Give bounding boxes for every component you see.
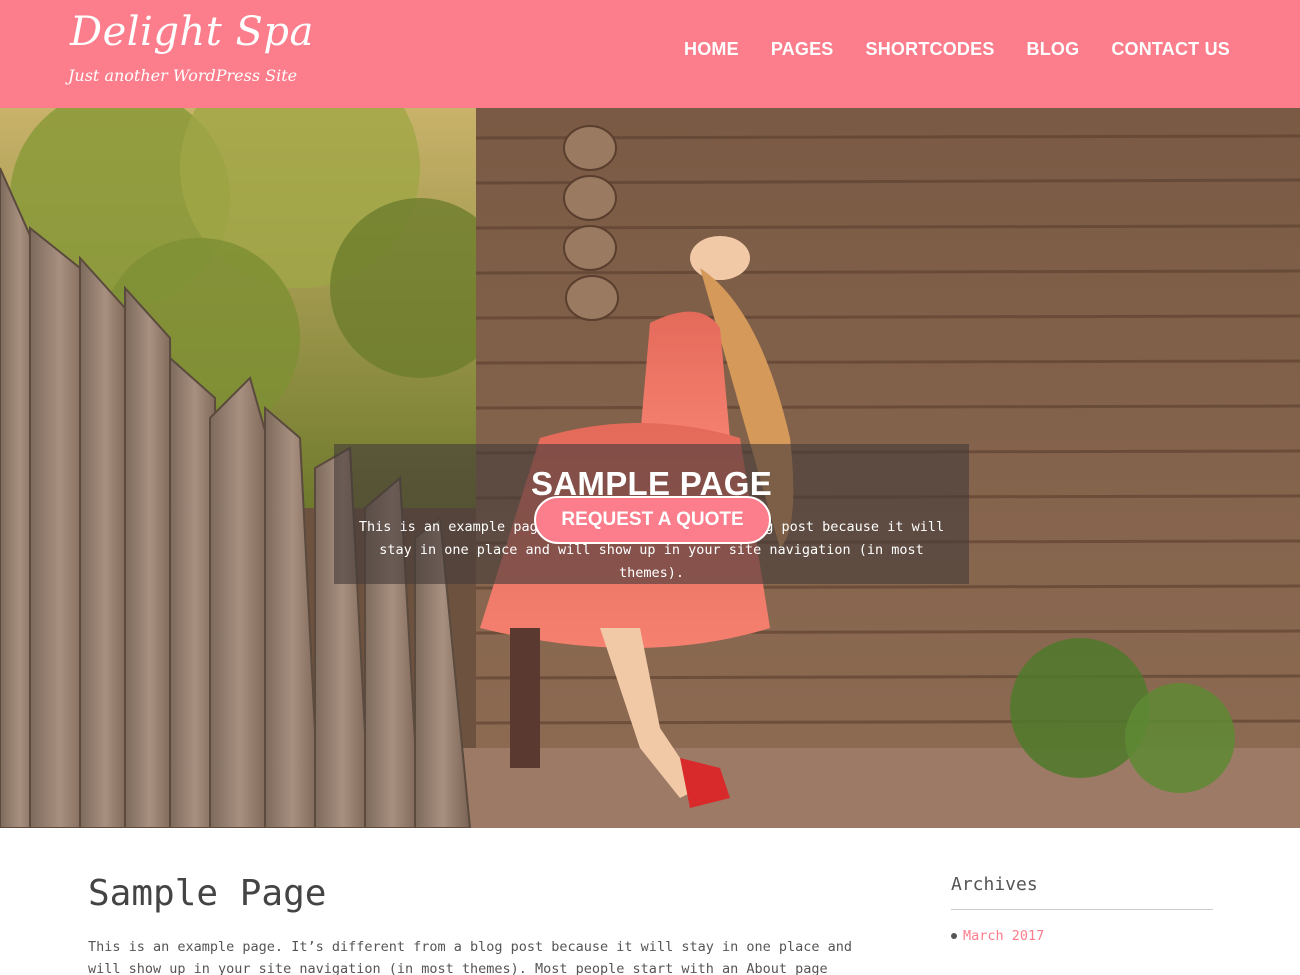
site-tagline: Just another WordPress Site xyxy=(68,66,298,85)
request-quote-button[interactable]: REQUEST A QUOTE xyxy=(534,496,771,544)
nav-item-contact-us[interactable]: CONTACT US xyxy=(1111,36,1230,62)
main-navigation: HOME PAGES SHORTCODES BLOG CONTACT US xyxy=(652,36,1230,62)
archive-link-march-2017[interactable]: March 2017 xyxy=(963,926,1044,946)
sidebar: Archives March 2017 xyxy=(951,872,1213,946)
archives-widget-title: Archives xyxy=(951,872,1213,910)
main-content: Sample Page This is an example page. It’… xyxy=(88,868,878,975)
nav-item-pages[interactable]: PAGES xyxy=(771,36,834,62)
site-branding: Delight Spa Just another WordPress Site xyxy=(68,8,314,88)
bullet-icon xyxy=(951,933,957,939)
nav-item-shortcodes[interactable]: SHORTCODES xyxy=(866,36,995,62)
list-item: March 2017 xyxy=(951,926,1213,946)
site-header: Delight Spa Just another WordPress Site … xyxy=(0,0,1300,108)
page-body-text: This is an example page. It’s different … xyxy=(88,939,853,975)
hero-banner: SAMPLE PAGE This is an example page. It’… xyxy=(0,108,1300,828)
page-title: Sample Page xyxy=(88,873,327,914)
nav-item-blog[interactable]: BLOG xyxy=(1027,36,1080,62)
nav-item-home[interactable]: HOME xyxy=(684,36,739,62)
site-title-link[interactable]: Delight Spa xyxy=(70,8,314,56)
archives-list: March 2017 xyxy=(951,926,1213,946)
